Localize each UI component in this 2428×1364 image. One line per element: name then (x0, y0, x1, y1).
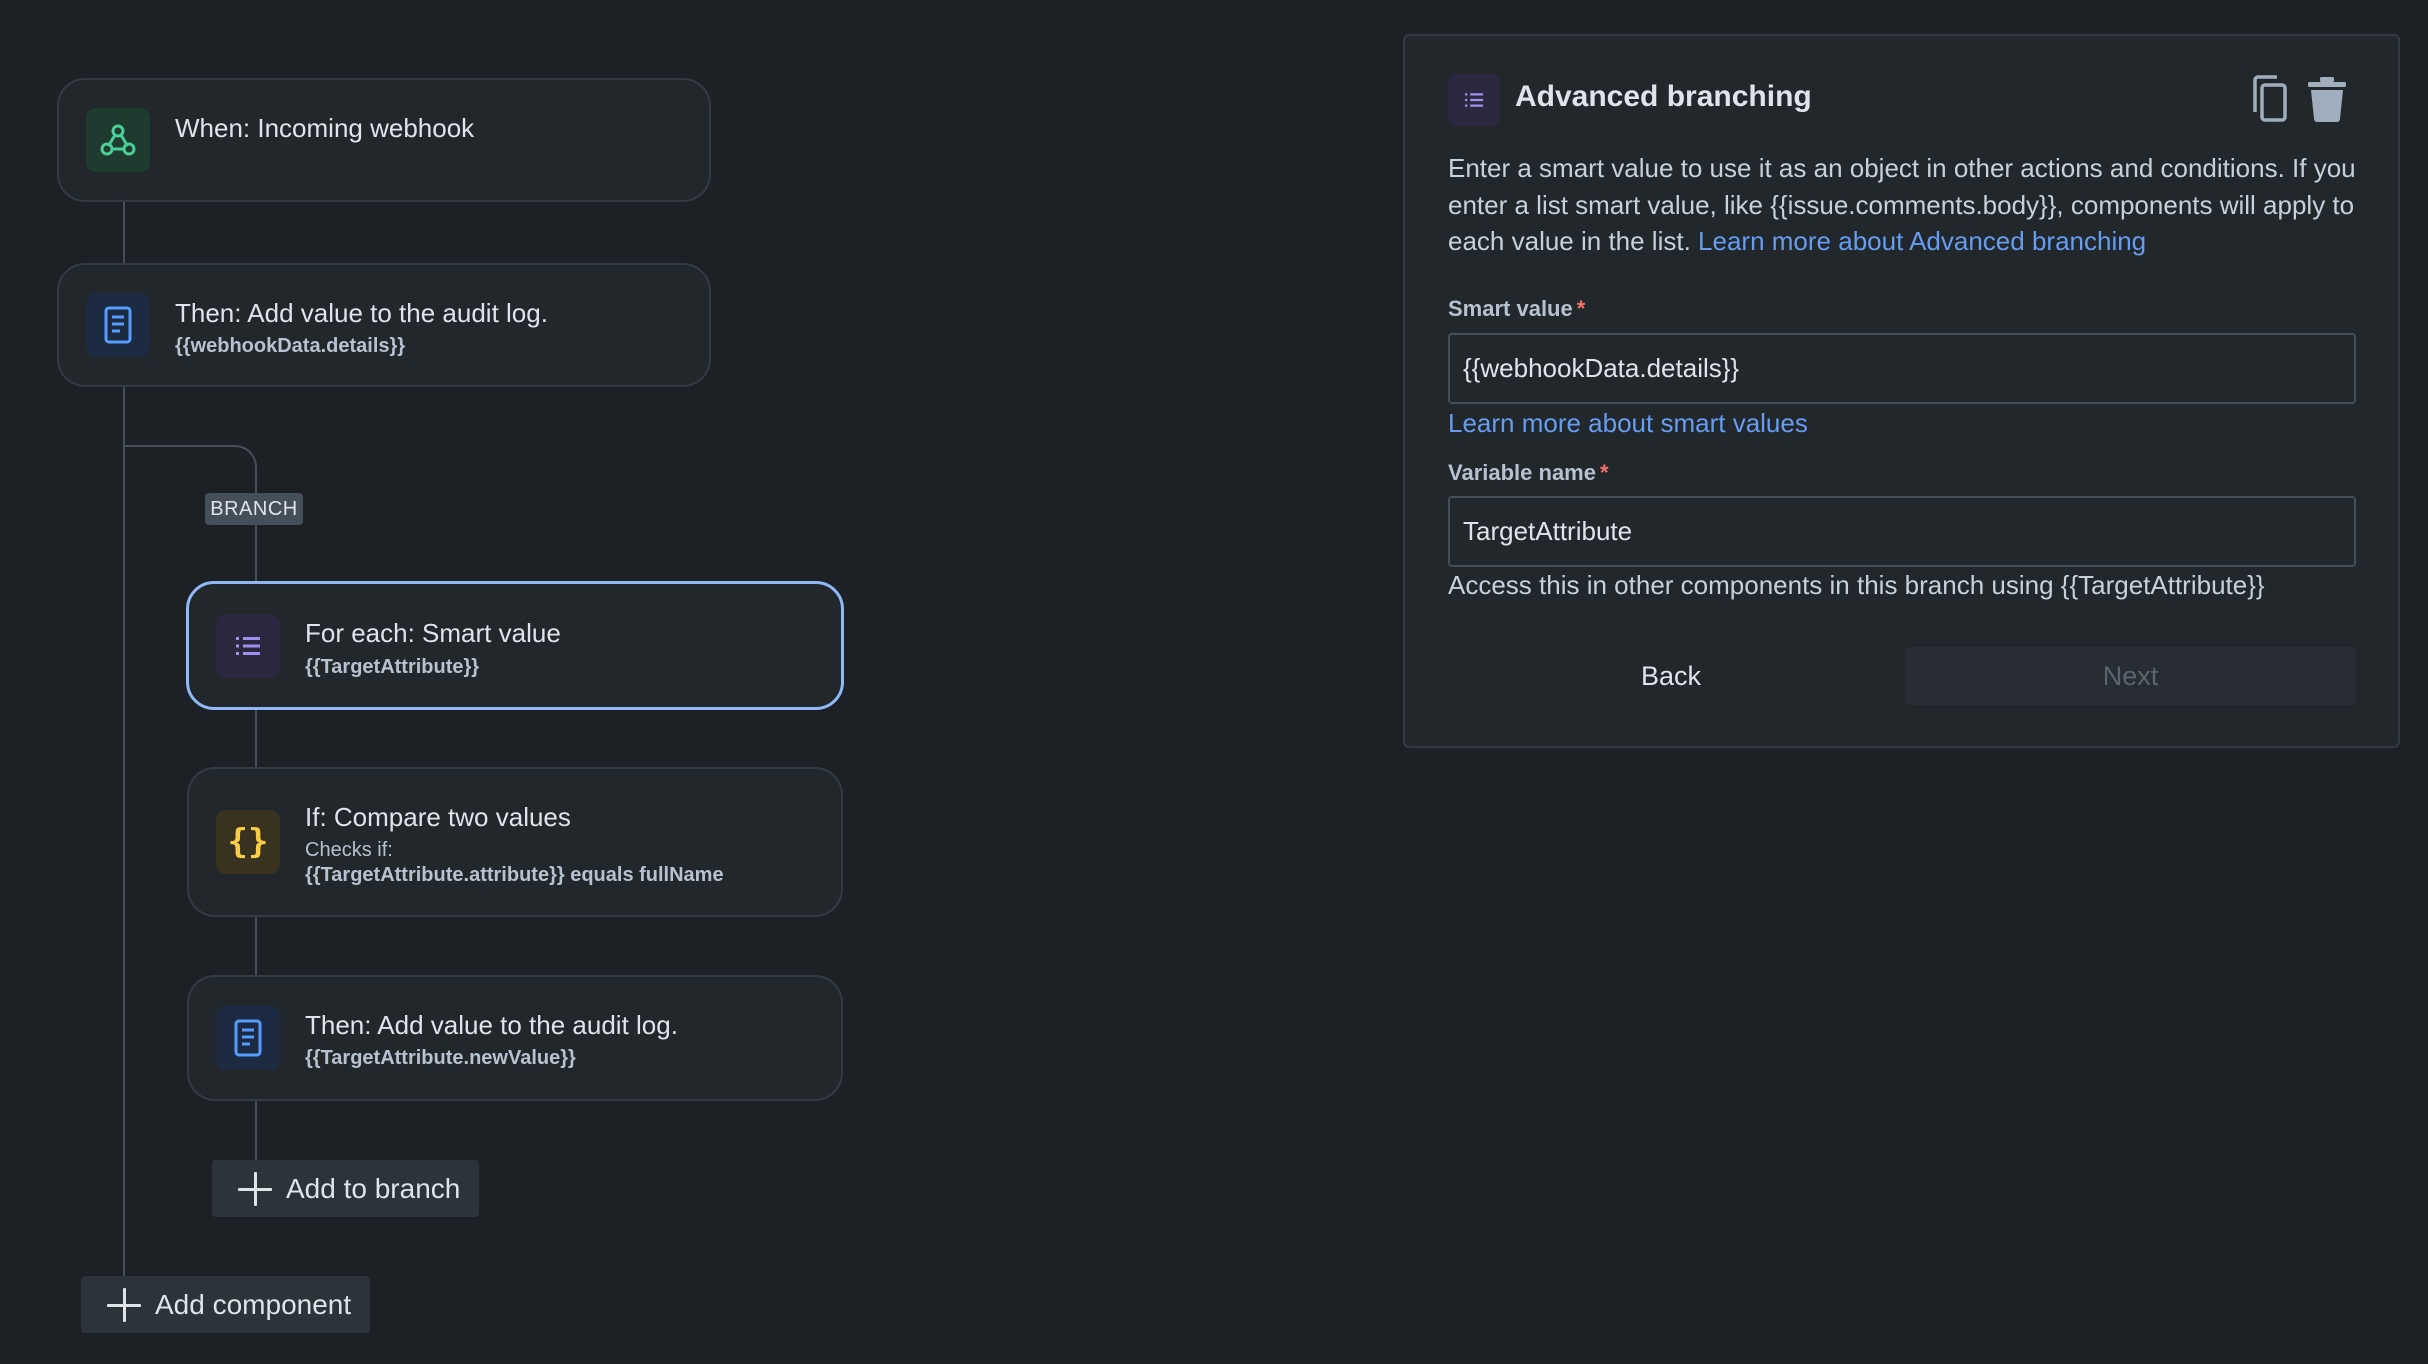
braces-icon: {} (216, 810, 280, 874)
add-component-label: Add component (155, 1288, 352, 1320)
audit-log-icon (216, 1006, 280, 1070)
variable-name-input[interactable]: TargetAttribute (1448, 496, 2356, 567)
list-icon (1448, 74, 1500, 126)
trigger-card[interactable]: When: Incoming webhook (57, 78, 711, 202)
add-component-button[interactable]: Add component (81, 1276, 370, 1333)
required-marker: * (1576, 296, 1586, 321)
copy-icon[interactable] (2247, 74, 2291, 124)
back-button[interactable]: Back (1448, 647, 1894, 705)
audit-log-branch-card[interactable]: Then: Add value to the audit log. {{Targ… (187, 975, 843, 1101)
audit-log-icon (86, 293, 150, 357)
branch-badge: BRANCH (205, 493, 303, 525)
trash-icon[interactable] (2305, 74, 2349, 124)
learn-more-smart-values-link[interactable]: Learn more about smart values (1448, 408, 1808, 439)
learn-more-advanced-branching-link[interactable]: Learn more about Advanced branching (1698, 226, 2146, 256)
for-each-title: For each: Smart value (305, 618, 561, 648)
plus-icon (238, 1171, 272, 1206)
audit-log-card[interactable]: Then: Add value to the audit log. {{webh… (57, 263, 711, 387)
condition-checks-label: Checks if: (305, 839, 393, 861)
condition-card[interactable]: {} If: Compare two values Checks if: {{T… (187, 767, 843, 917)
smart-value-label: Smart value * (1448, 296, 1586, 321)
required-marker: * (1599, 460, 1609, 485)
for-each-card[interactable]: For each: Smart value {{TargetAttribute}… (186, 581, 844, 710)
add-to-branch-button[interactable]: Add to branch (212, 1160, 479, 1217)
condition-title: If: Compare two values (305, 802, 571, 832)
add-to-branch-label: Add to branch (286, 1172, 461, 1204)
smart-value-input[interactable]: {{webhookData.details}} (1448, 333, 2356, 404)
advanced-branching-panel: Advanced branching Enter a smart value t… (1403, 34, 2400, 748)
list-icon (216, 613, 280, 678)
audit-log-title: Then: Add value to the audit log. (175, 298, 548, 328)
connector-branch-curve (212, 445, 257, 485)
audit-log-value: {{webhookData.details}} (175, 335, 406, 357)
panel-description: Enter a smart value to use it as an obje… (1448, 150, 2368, 260)
plus-icon (107, 1287, 141, 1322)
audit-log-branch-title: Then: Add value to the audit log. (305, 1010, 678, 1040)
variable-name-label: Variable name * (1448, 460, 1609, 485)
webhook-icon (86, 108, 150, 172)
next-button[interactable]: Next (1905, 647, 2356, 705)
variable-name-help: Access this in other components in this … (1448, 570, 2265, 600)
panel-title: Advanced branching (1515, 80, 1812, 113)
audit-log-branch-value: {{TargetAttribute.newValue}} (305, 1047, 576, 1069)
for-each-value: {{TargetAttribute}} (305, 656, 480, 678)
condition-expression: {{TargetAttribute.attribute}} equals ful… (305, 864, 724, 886)
trigger-title: When: Incoming webhook (175, 113, 475, 143)
